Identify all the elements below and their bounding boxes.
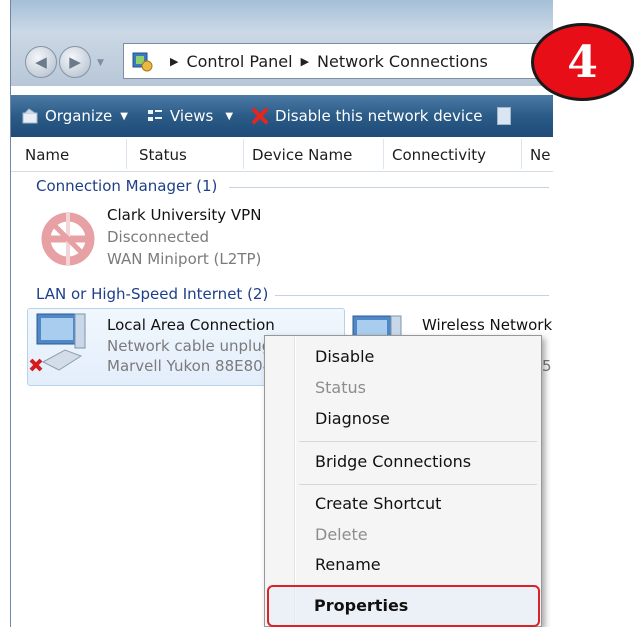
arrow-left-icon: ◀ bbox=[35, 53, 47, 71]
dropdown-arrow-icon: ▼ bbox=[225, 110, 234, 122]
column-divider[interactable] bbox=[243, 139, 244, 169]
menu-item-create-shortcut[interactable]: Create Shortcut bbox=[315, 494, 441, 513]
menu-gutter-highlight bbox=[295, 336, 296, 626]
context-menu: Disable Status Diagnose Bridge Connectio… bbox=[264, 335, 542, 627]
wireless-network-name[interactable]: Wireless Network bbox=[422, 316, 552, 334]
dropdown-arrow-icon: ▼ bbox=[120, 110, 128, 122]
breadcrumb-separator-icon: ▶ bbox=[300, 54, 310, 68]
step-number-badge: 4 bbox=[531, 23, 634, 101]
network-adapter-icon bbox=[29, 313, 86, 372]
local-area-connection-name[interactable]: Local Area Connection bbox=[107, 316, 275, 334]
disable-device-button[interactable]: Disable this network device bbox=[251, 107, 483, 125]
menu-item-status: Status bbox=[315, 378, 366, 397]
column-connectivity[interactable]: Connectivity bbox=[392, 146, 486, 166]
column-headers: Name Status Device Name Connectivity Ne bbox=[11, 137, 553, 172]
red-x-icon bbox=[252, 108, 269, 124]
views-label: Views bbox=[169, 107, 214, 125]
group-divider bbox=[275, 295, 549, 296]
disable-device-label: Disable this network device bbox=[275, 107, 483, 125]
local-area-connection-device: Marvell Yukon 88E804 bbox=[107, 357, 273, 375]
local-area-connection-status: Network cable unplug bbox=[107, 337, 272, 355]
forward-button[interactable]: ▶ bbox=[59, 46, 91, 78]
arrow-right-icon: ▶ bbox=[69, 53, 81, 71]
organize-label: Organize bbox=[45, 107, 113, 125]
breadcrumb-network-connections[interactable]: Network Connections bbox=[317, 52, 488, 71]
vpn-connection-icon bbox=[41, 212, 95, 266]
column-divider[interactable] bbox=[126, 139, 127, 169]
organize-button[interactable]: Organize ▼ bbox=[21, 107, 128, 125]
group-header-lan[interactable]: LAN or High-Speed Internet (2) bbox=[36, 285, 268, 303]
vpn-connection-device: WAN Miniport (L2TP) bbox=[107, 250, 262, 268]
command-toolbar: Organize ▼ Views ▼ Disable this network … bbox=[11, 95, 553, 137]
column-device-name[interactable]: Device Name bbox=[252, 146, 352, 166]
column-status[interactable]: Status bbox=[139, 146, 187, 166]
title-bar: ◀ ▶ ▼ ▶ Control Panel ▶ Network Connecti… bbox=[11, 0, 553, 86]
menu-item-diagnose[interactable]: Diagnose bbox=[315, 409, 390, 428]
back-button[interactable]: ◀ bbox=[25, 46, 57, 78]
group-divider bbox=[229, 187, 549, 188]
wireless-network-detail: 5 bbox=[542, 357, 552, 375]
title-bar-blur bbox=[11, 0, 553, 30]
vpn-connection-status: Disconnected bbox=[107, 228, 210, 246]
address-bar[interactable]: ▶ Control Panel ▶ Network Connections bbox=[123, 43, 553, 79]
diagnose-icon[interactable] bbox=[496, 107, 511, 125]
recent-pages-dropdown[interactable]: ▼ bbox=[97, 58, 104, 68]
views-button[interactable]: Views ▼ bbox=[146, 107, 233, 125]
views-icon bbox=[147, 110, 162, 121]
menu-item-rename[interactable]: Rename bbox=[315, 555, 381, 574]
column-divider[interactable] bbox=[521, 139, 522, 169]
column-name[interactable]: Name bbox=[25, 146, 69, 166]
menu-item-bridge-connections[interactable]: Bridge Connections bbox=[315, 452, 471, 471]
menu-separator bbox=[299, 441, 537, 442]
organize-icon bbox=[22, 108, 38, 124]
breadcrumb-separator-icon: ▶ bbox=[170, 54, 179, 68]
breadcrumb-control-panel[interactable]: Control Panel bbox=[186, 52, 292, 71]
menu-item-disable[interactable]: Disable bbox=[315, 347, 374, 366]
column-network[interactable]: Ne bbox=[530, 146, 550, 166]
step-number: 4 bbox=[567, 36, 598, 88]
menu-item-properties[interactable]: Properties bbox=[314, 596, 408, 615]
menu-item-delete: Delete bbox=[315, 525, 368, 544]
column-divider[interactable] bbox=[383, 139, 384, 169]
menu-separator bbox=[299, 484, 537, 485]
vpn-connection-name[interactable]: Clark University VPN bbox=[107, 206, 261, 224]
group-header-connection-manager[interactable]: Connection Manager (1) bbox=[36, 177, 217, 195]
control-panel-icon bbox=[132, 52, 153, 72]
